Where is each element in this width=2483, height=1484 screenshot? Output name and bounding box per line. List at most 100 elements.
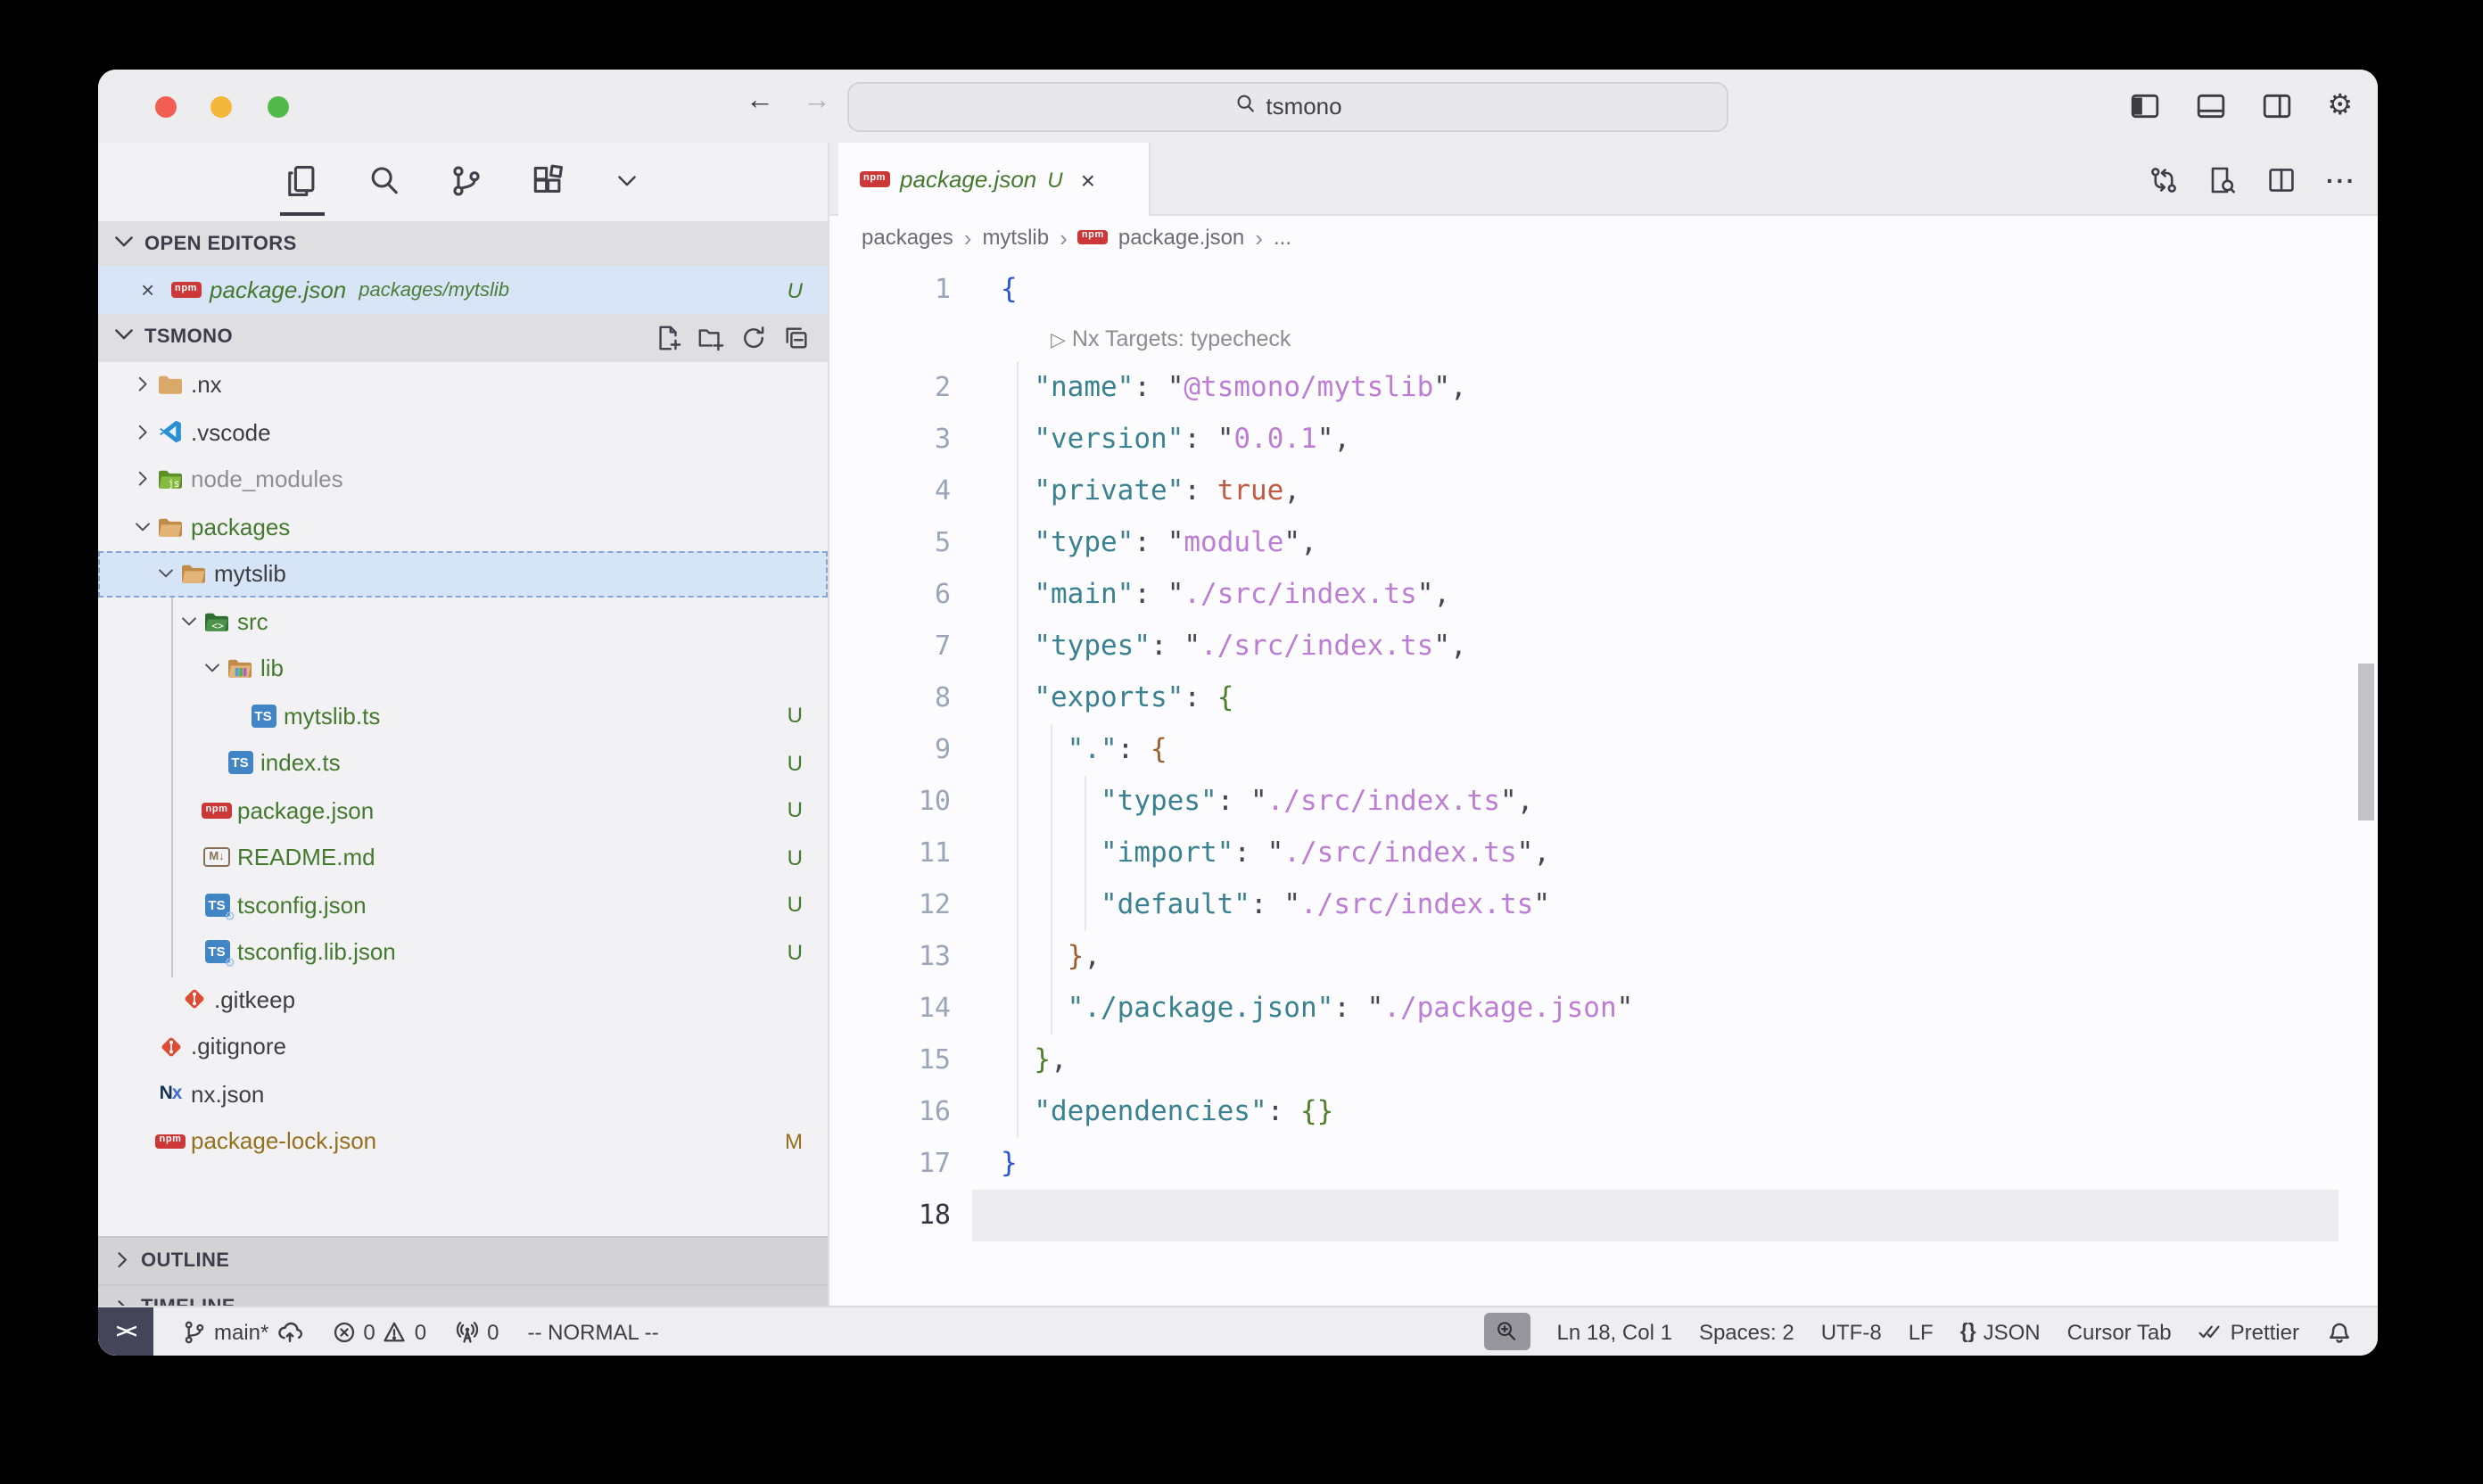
code-area[interactable]: 1{▷ Nx Targets: typecheck2 "name": "@tsm… (829, 259, 2378, 1306)
breadcrumb-separator: › (1060, 224, 1068, 251)
code-line-18[interactable]: 18 (829, 1190, 2378, 1241)
code-line-2[interactable]: 2 "name": "@tsmono/mytslib", (829, 362, 2378, 414)
tree-item-src[interactable]: <>src (98, 598, 828, 645)
close-traffic-light[interactable] (155, 95, 177, 117)
toggle-secondary-sidebar-icon[interactable] (2261, 91, 2291, 121)
tree-item-readme-md[interactable]: M↓README.mdU (98, 834, 828, 881)
new-folder-icon[interactable] (697, 325, 724, 351)
chevron-right-icon[interactable] (132, 421, 153, 444)
toggle-primary-sidebar-icon[interactable] (2129, 91, 2159, 121)
chevron-right-icon[interactable] (132, 374, 153, 397)
status-text: Prettier (2231, 1319, 2299, 1344)
open-editor-item[interactable]: × npm package.json packages/mytslib U (98, 266, 828, 314)
tree-item-package-json[interactable]: npmpackage.jsonU (98, 787, 828, 834)
open-editor-label[interactable]: package.json (210, 276, 346, 303)
code-line-4[interactable]: 4 "private": true, (829, 466, 2378, 517)
extensions-icon[interactable] (532, 163, 565, 201)
code-line-10[interactable]: 10 "types": "./src/index.ts", (829, 776, 2378, 828)
breadcrumb-item[interactable]: package.json (1118, 225, 1244, 250)
tree-item-tsconfig-json[interactable]: TS⚙tsconfig.jsonU (98, 881, 828, 928)
forward-icon[interactable]: → (797, 86, 837, 118)
tree-item-node-modules[interactable]: jsnode_modules (98, 456, 828, 503)
tab-label[interactable]: package.json (900, 166, 1036, 193)
eol[interactable]: LF (1909, 1319, 1934, 1344)
code-line-17[interactable]: 17} (829, 1138, 2378, 1190)
code-lens[interactable]: ▷ Nx Targets: typecheck (829, 316, 2378, 362)
refresh-icon[interactable] (740, 325, 767, 351)
tree-item-packages[interactable]: packages (98, 503, 828, 550)
tree-item-index-ts[interactable]: TSindex.tsU (98, 739, 828, 787)
chevron-down-icon[interactable] (178, 608, 200, 635)
collapse-all-icon[interactable] (783, 325, 810, 351)
code-line-9[interactable]: 9 ".": { (829, 724, 2378, 776)
settings-gear-icon[interactable]: ⚙ (2327, 92, 2353, 120)
zoom-indicator[interactable] (1484, 1313, 1530, 1350)
close-icon[interactable]: × (141, 276, 164, 303)
code-line-13[interactable]: 13 }, (829, 931, 2378, 983)
tree-item-tsconfig-lib-json[interactable]: TS⚙tsconfig.lib.jsonU (98, 928, 828, 976)
tree-item--gitignore[interactable]: .gitignore (98, 1023, 828, 1070)
open-preview-icon[interactable] (2208, 165, 2237, 194)
code-line-14[interactable]: 14 "./package.json": "./package.json" (829, 983, 2378, 1035)
problems[interactable]: 00 (331, 1319, 426, 1344)
section-header-outline[interactable]: OUTLINE (98, 1236, 828, 1283)
command-center-search[interactable]: tsmono (847, 81, 1728, 131)
minimize-traffic-light[interactable] (210, 95, 232, 117)
tree-item--gitkeep[interactable]: .gitkeep (98, 976, 828, 1023)
chevron-down-icon[interactable] (155, 561, 177, 588)
code-line-8[interactable]: 8 "exports": { (829, 672, 2378, 724)
chevron-down-icon[interactable] (202, 655, 223, 682)
code-line-7[interactable]: 7 "types": "./src/index.ts", (829, 621, 2378, 672)
encoding[interactable]: UTF-8 (1821, 1319, 1882, 1344)
tree-item--nx[interactable]: .nx (98, 361, 828, 408)
code-lens-text[interactable]: Nx Targets: typecheck (1072, 326, 1291, 351)
git-branch[interactable]: main* (182, 1318, 302, 1345)
chevron-down-icon[interactable] (132, 514, 153, 540)
code-line-11[interactable]: 11 "import": "./src/index.ts", (829, 828, 2378, 879)
tree-item-lib[interactable]: lib (98, 645, 828, 692)
more-actions-icon[interactable]: ··· (2326, 165, 2356, 194)
explorer-header[interactable]: TSMONO (98, 314, 828, 361)
cursor-tab[interactable]: Cursor Tab (2067, 1319, 2172, 1344)
tree-item--vscode[interactable]: .vscode (98, 408, 828, 456)
chevron-right-icon[interactable] (132, 468, 153, 491)
explorer-files-icon[interactable] (285, 163, 319, 201)
zoom-traffic-light[interactable] (268, 95, 289, 117)
breadcrumb-item[interactable]: packages (862, 225, 953, 250)
code-line-5[interactable]: 5 "type": "module", (829, 517, 2378, 569)
notifications[interactable] (2326, 1318, 2353, 1345)
back-icon[interactable]: ← (740, 86, 780, 118)
cursor-position[interactable]: Ln 18, Col 1 (1557, 1319, 1672, 1344)
ports[interactable]: 0 (455, 1319, 499, 1344)
vim-mode[interactable]: -- NORMAL -- (528, 1319, 659, 1344)
open-editors-header[interactable]: OPEN EDITORS (98, 221, 828, 266)
breadcrumb-item[interactable]: ... (1274, 225, 1291, 250)
close-icon[interactable]: × (1081, 165, 1095, 194)
split-editor-icon[interactable] (2267, 165, 2296, 194)
formatter[interactable]: Prettier (2198, 1319, 2299, 1344)
code-line-6[interactable]: 6 "main": "./src/index.ts", (829, 569, 2378, 621)
code-line-16[interactable]: 16 "dependencies": {} (829, 1086, 2378, 1138)
code-line-12[interactable]: 12 "default": "./src/index.ts" (829, 879, 2378, 931)
new-file-icon[interactable] (655, 325, 681, 351)
tree-item-mytslib-ts[interactable]: TSmytslib.tsU (98, 692, 828, 739)
tree-item-package-lock-json[interactable]: npmpackage-lock.jsonM (98, 1117, 828, 1165)
tab-package-json[interactable]: npm package.json U × (838, 143, 1151, 216)
search-icon[interactable] (367, 163, 401, 201)
code-line-3[interactable]: 3 "version": "0.0.1", (829, 414, 2378, 466)
indentation[interactable]: Spaces: 2 (1699, 1319, 1794, 1344)
npm-icon: npm (203, 797, 230, 824)
breadcrumb-item[interactable]: mytslib (982, 225, 1049, 250)
tree-item-nx-json[interactable]: Nxnx.json (98, 1070, 828, 1117)
vscode-folder-icon (157, 419, 184, 446)
open-changes-icon[interactable] (2149, 165, 2178, 194)
language-mode[interactable]: {}JSON (1960, 1319, 2041, 1344)
scrollbar[interactable] (2358, 664, 2374, 820)
views-chevron-down-icon[interactable] (614, 167, 640, 197)
source-control-icon[interactable] (450, 163, 483, 201)
remote-indicator[interactable]: >< (98, 1307, 153, 1356)
tree-item-mytslib[interactable]: mytslib (98, 550, 828, 598)
code-line-1[interactable]: 1{ (829, 264, 2378, 316)
code-line-15[interactable]: 15 }, (829, 1035, 2378, 1086)
toggle-panel-icon[interactable] (2195, 91, 2225, 121)
